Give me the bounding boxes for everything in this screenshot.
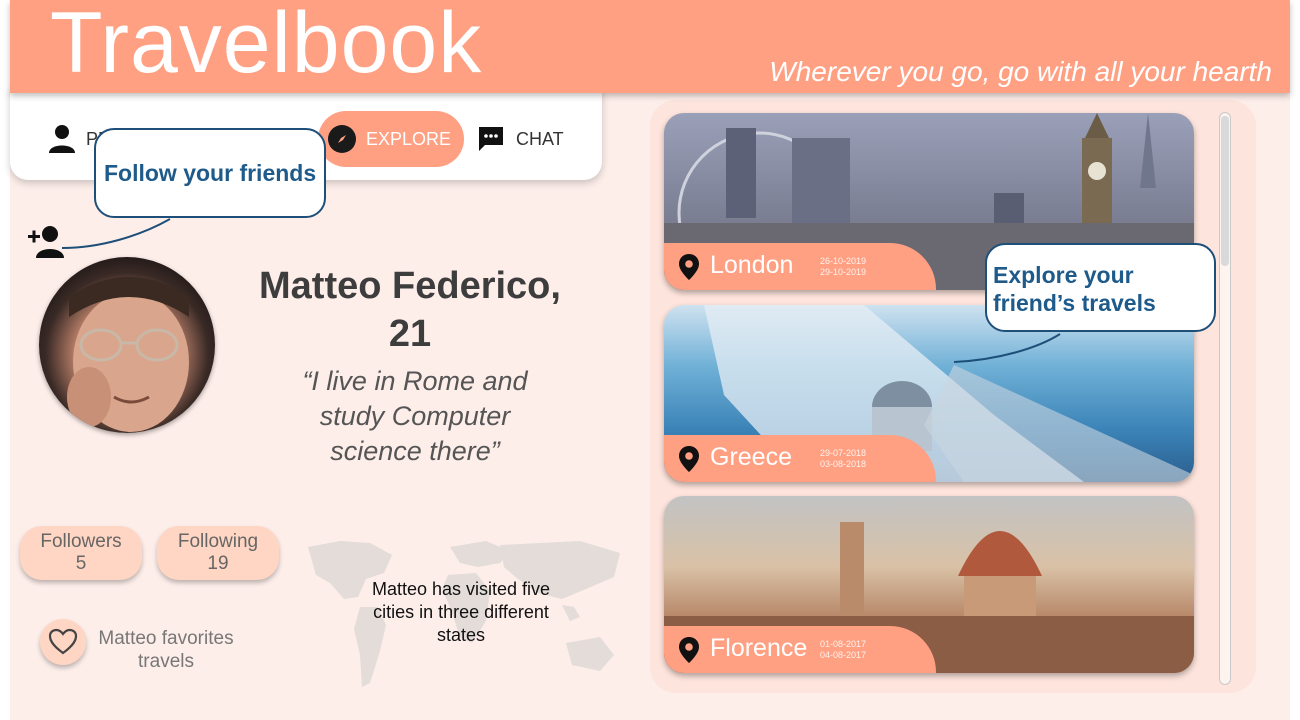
explore-tooltip: Explore your friend’s travels [985, 243, 1216, 332]
travel-card-label: Greece 29-07-2018 03-08-2018 [664, 435, 936, 482]
following-button[interactable]: Following 19 [157, 526, 279, 580]
app-header: Travelbook Wherever you go, go with all … [10, 0, 1290, 93]
explore-tooltip-connector [953, 333, 1061, 363]
scrollbar-thumb[interactable] [1221, 116, 1229, 266]
follow-tooltip-text: Follow your friends [104, 160, 317, 186]
travel-card-florence[interactable]: Florence 01-08-2017 04-08-2017 [664, 496, 1194, 673]
chat-bubble-icon [479, 127, 503, 151]
travel-date-from: 01-08-2017 [820, 639, 867, 649]
explore-tooltip-text: Explore your [993, 262, 1134, 288]
travel-dates: 01-08-2017 04-08-2017 [820, 639, 866, 661]
explore-tooltip-text: friend’s travels [993, 290, 1156, 316]
location-pin-icon [679, 254, 699, 280]
travel-card-label: Florence 01-08-2017 04-08-2017 [664, 626, 936, 673]
app-tagline: Wherever you go, go with all your hearth [769, 56, 1272, 87]
heart-icon [48, 628, 78, 655]
bio-line: “I live in Rome and [302, 366, 528, 396]
following-label: Following [177, 531, 259, 552]
user-bio: “I live in Rome and study Computer scien… [270, 364, 560, 469]
favorites-label-line: travels [138, 651, 194, 672]
user-name-line: Matteo Federico, [259, 265, 561, 307]
follow-tooltip: Follow your friends [94, 128, 326, 218]
travel-dates: 26-10-2019 29-10-2019 [820, 256, 866, 278]
nav-explore-label: EXPLORE [366, 128, 452, 149]
avatar-photo [67, 277, 189, 432]
map-caption: Matteo has visited five cities in three … [355, 578, 567, 647]
nav-explore[interactable]: EXPLORE [318, 111, 464, 167]
avatar [39, 257, 215, 433]
favorites-button[interactable] [40, 619, 86, 665]
travel-card-label: London 26-10-2019 29-10-2019 [664, 243, 936, 290]
bio-line: science there” [330, 436, 500, 466]
nav-chat[interactable]: CHAT [476, 111, 564, 167]
followers-label: Followers [40, 531, 122, 552]
travel-date-to: 03-08-2018 [820, 459, 867, 469]
person-icon [49, 125, 75, 153]
followers-button[interactable]: Followers 5 [20, 526, 142, 580]
bio-line: study Computer [319, 401, 511, 431]
travel-date-from: 26-10-2019 [820, 256, 867, 266]
nav-chat-label: CHAT [516, 128, 564, 149]
user-name: Matteo Federico, 21 [240, 262, 580, 358]
travel-dates: 29-07-2018 03-08-2018 [820, 448, 866, 470]
followers-count: 5 [75, 553, 87, 574]
map-caption-line: states [436, 625, 486, 645]
favorites-label-line: Matteo favorites [98, 628, 234, 649]
following-count: 19 [207, 553, 229, 574]
map-caption-line: Matteo has visited five [371, 579, 551, 599]
user-age: 21 [388, 313, 432, 355]
app-title: Travelbook [50, 0, 483, 91]
map-caption-line: cities in three different [373, 602, 549, 622]
travel-city: Greece [710, 443, 792, 471]
compass-icon [328, 125, 356, 153]
travel-city: Florence [710, 634, 808, 662]
favorites-label: Matteo favorites travels [92, 627, 240, 673]
travel-date-to: 04-08-2017 [820, 650, 867, 660]
travel-date-to: 29-10-2019 [820, 267, 867, 277]
travel-date-from: 29-07-2018 [820, 448, 867, 458]
location-pin-icon [679, 446, 699, 472]
follow-tooltip-connector [61, 218, 171, 249]
travel-city: London [710, 251, 794, 279]
location-pin-icon [679, 637, 699, 663]
